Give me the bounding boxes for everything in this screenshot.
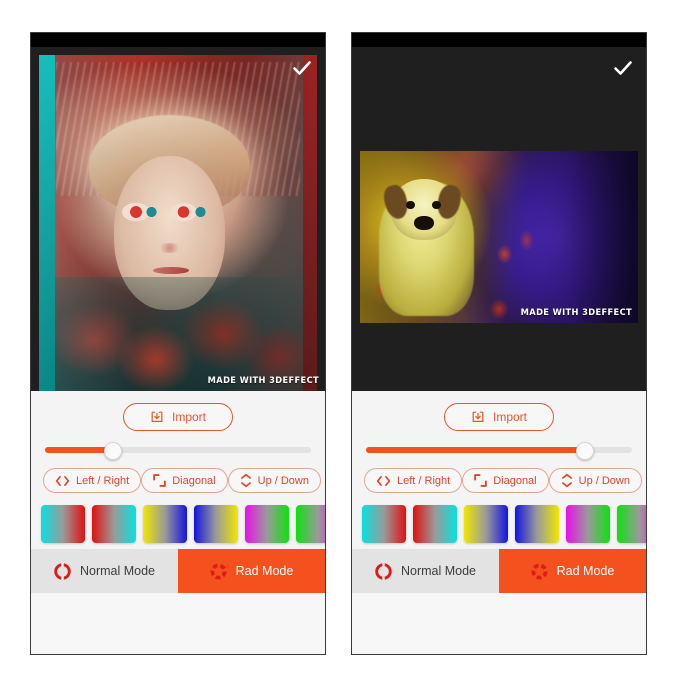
import-button-label: Import	[492, 410, 527, 424]
screenshot-stage: MADE WITH 3DEFFECT Import Left / Right D…	[0, 0, 675, 685]
diagonal-corners-icon	[153, 474, 167, 487]
left-right-arrows-icon	[376, 475, 391, 487]
preview-image-portrait	[39, 55, 317, 391]
intensity-slider-left[interactable]	[45, 441, 311, 460]
mode-button-rad[interactable]: Rad Mode	[178, 549, 325, 593]
import-button-left[interactable]: Import	[122, 403, 233, 431]
direction-label: Diagonal	[493, 474, 537, 487]
direction-button-left-right[interactable]: Left / Right	[43, 468, 142, 493]
slider-thumb[interactable]	[576, 442, 595, 460]
direction-label: Diagonal	[172, 474, 216, 487]
phone-panel-left: MADE WITH 3DEFFECT Import Left / Right D…	[30, 32, 326, 655]
direction-button-left-right[interactable]: Left / Right	[364, 468, 463, 493]
direction-button-up-down[interactable]: Up / Down	[227, 468, 321, 493]
split-ring-icon	[375, 562, 392, 580]
mode-button-rad[interactable]: Rad Mode	[499, 549, 646, 593]
slider-fill	[366, 447, 585, 453]
color-swatch-cyan-to-red[interactable]	[362, 505, 406, 543]
intensity-slider-right[interactable]	[366, 441, 632, 460]
preview-area-right: MADE WITH 3DEFFECT	[352, 47, 646, 391]
confirm-checkmark-icon[interactable]	[610, 55, 636, 81]
diagonal-corners-icon	[474, 474, 488, 487]
segmented-ring-icon	[531, 563, 548, 580]
mode-selector-right: Normal Mode Rad Mode	[352, 549, 646, 593]
direction-row-left: Left / Right Diagonal Up / Down	[31, 463, 325, 501]
portrait-anaglyph-overlay	[39, 55, 317, 391]
phone-panel-right: MADE WITH 3DEFFECT Import Left / Right D…	[351, 32, 647, 655]
dog-purple-overlay	[510, 151, 638, 323]
direction-row-right: Left / Right Diagonal Up / Down	[352, 463, 646, 501]
color-swatch-strip-left[interactable]	[31, 501, 325, 549]
direction-label: Up / Down	[578, 474, 630, 487]
preview-area-left: MADE WITH 3DEFFECT	[31, 47, 325, 391]
status-bar-left	[31, 33, 325, 47]
intensity-slider-wrap-left	[31, 431, 325, 463]
split-ring-icon	[54, 562, 71, 580]
color-swatch-strip-right[interactable]	[352, 501, 646, 549]
direction-button-up-down[interactable]: Up / Down	[548, 468, 642, 493]
import-download-icon	[150, 410, 164, 424]
up-down-arrows-icon	[561, 473, 573, 488]
import-button-label: Import	[171, 410, 206, 424]
mode-label: Rad Mode	[556, 564, 615, 578]
segmented-ring-icon	[210, 563, 227, 580]
confirm-checkmark-icon[interactable]	[289, 55, 315, 81]
direction-button-diagonal[interactable]: Diagonal	[141, 468, 228, 493]
watermark-label-right: MADE WITH 3DEFFECT	[520, 308, 632, 318]
controls-right: Import Left / Right Diagonal Up / Down N…	[352, 391, 646, 654]
mode-button-normal[interactable]: Normal Mode	[31, 549, 178, 593]
slider-fill	[45, 447, 112, 453]
import-button-right[interactable]: Import	[443, 403, 554, 431]
mode-label: Normal Mode	[400, 564, 477, 578]
mode-label: Normal Mode	[79, 564, 156, 578]
color-swatch-yellow-to-blue[interactable]	[464, 505, 508, 543]
color-swatch-green-to-magenta[interactable]	[617, 505, 646, 543]
empty-area-left	[31, 593, 325, 654]
controls-left: Import Left / Right Diagonal Up / Down N…	[31, 391, 325, 654]
color-swatch-magenta-to-green[interactable]	[566, 505, 610, 543]
direction-label: Left / Right	[397, 474, 451, 487]
color-swatch-blue-to-yellow[interactable]	[515, 505, 559, 543]
mode-label: Rad Mode	[235, 564, 294, 578]
slider-thumb[interactable]	[103, 442, 122, 460]
color-swatch-red-to-cyan[interactable]	[413, 505, 457, 543]
color-swatch-yellow-to-blue[interactable]	[143, 505, 187, 543]
empty-area-right	[352, 593, 646, 654]
preview-image-dog: MADE WITH 3DEFFECT	[360, 151, 638, 323]
left-right-arrows-icon	[55, 475, 70, 487]
intensity-slider-wrap-right	[352, 431, 646, 463]
status-bar-right	[352, 33, 646, 47]
color-swatch-green-to-magenta[interactable]	[296, 505, 325, 543]
dog-nose	[414, 216, 434, 231]
color-swatch-blue-to-yellow[interactable]	[194, 505, 238, 543]
watermark-label-left: MADE WITH 3DEFFECT	[207, 376, 319, 386]
import-row-right: Import	[352, 391, 646, 431]
color-swatch-cyan-to-red[interactable]	[41, 505, 85, 543]
mode-button-normal[interactable]: Normal Mode	[352, 549, 499, 593]
direction-label: Left / Right	[76, 474, 130, 487]
color-swatch-magenta-to-green[interactable]	[245, 505, 289, 543]
color-swatch-red-to-cyan[interactable]	[92, 505, 136, 543]
mode-selector-left: Normal Mode Rad Mode	[31, 549, 325, 593]
import-row-left: Import	[31, 391, 325, 431]
direction-label: Up / Down	[257, 474, 309, 487]
up-down-arrows-icon	[240, 473, 252, 488]
import-download-icon	[471, 410, 485, 424]
direction-button-diagonal[interactable]: Diagonal	[462, 468, 549, 493]
